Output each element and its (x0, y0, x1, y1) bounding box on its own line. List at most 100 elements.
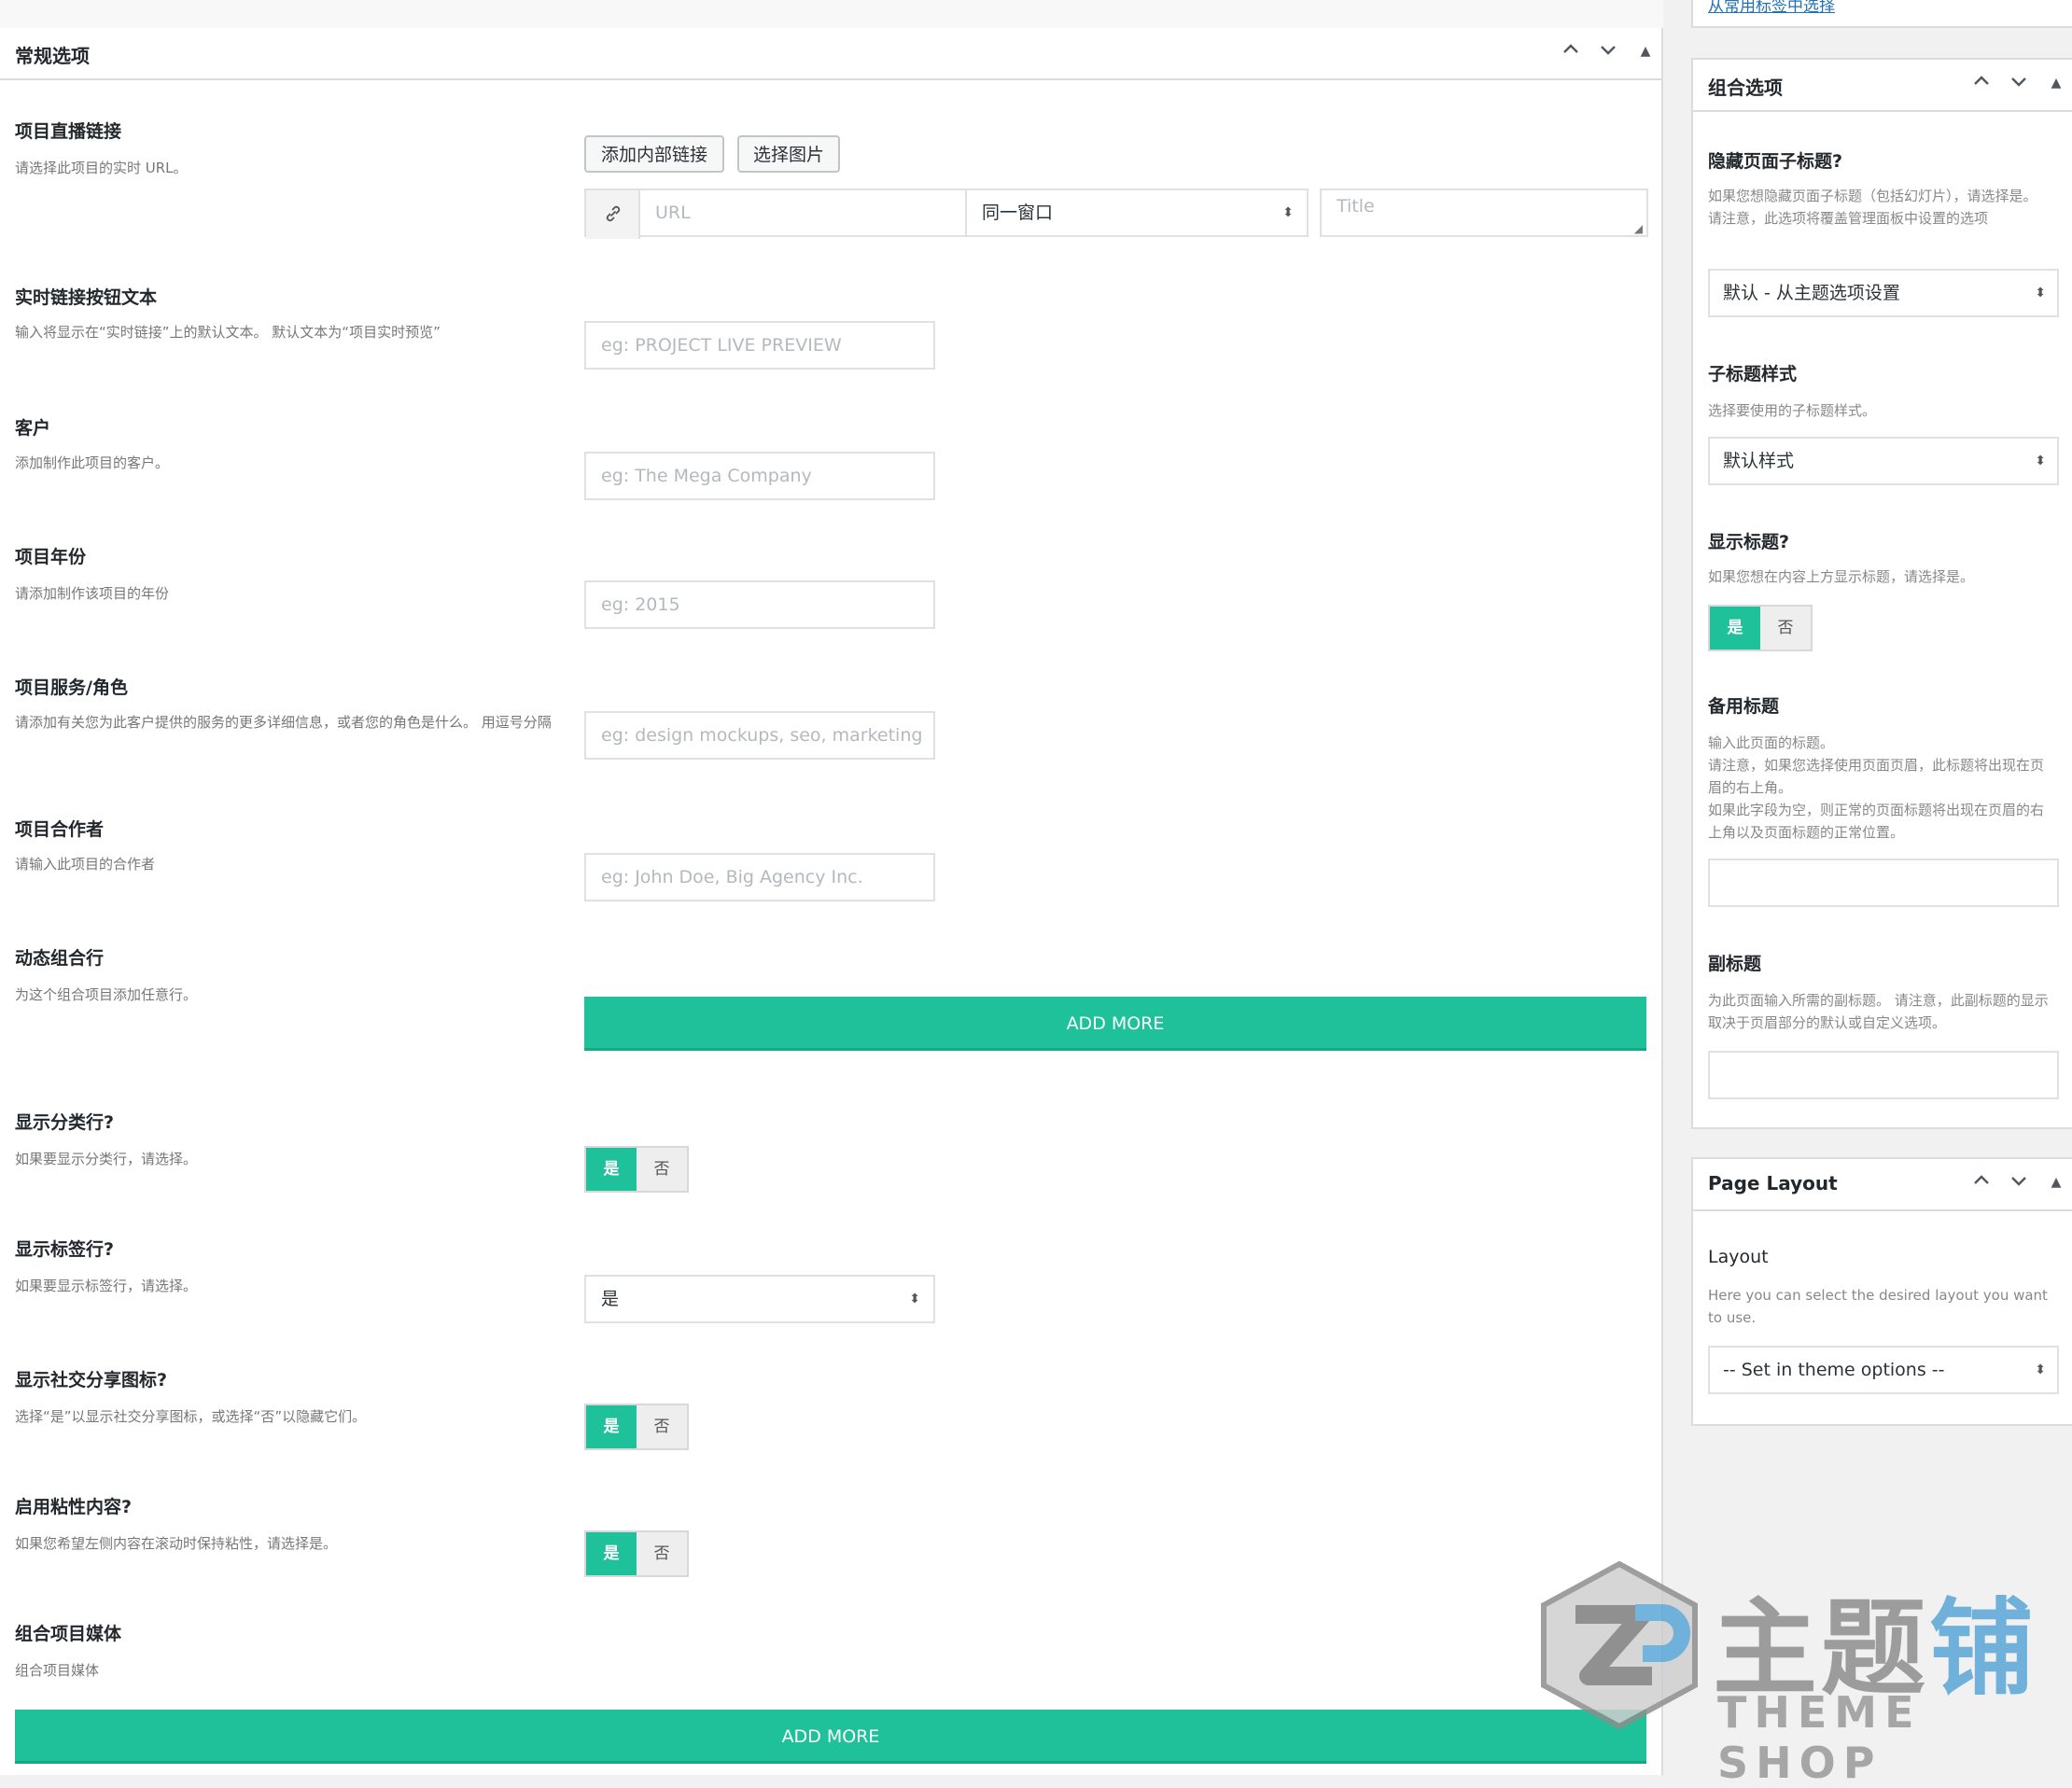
toggle-no-option[interactable]: 否 (637, 1148, 687, 1191)
show-social-title: 显示社交分享图标? (15, 1370, 168, 1390)
tags-box-remnant: 从常用标签中选择 (1691, 0, 2072, 28)
link-target-select[interactable]: 同一窗口 ⬍ (965, 189, 1309, 237)
media-title: 组合项目媒体 (15, 1624, 122, 1644)
select-image-button[interactable]: 选择图片 (737, 135, 840, 173)
show-tags-desc: 如果要显示标签行，请选择。 (15, 1278, 198, 1294)
select-arrow-icon: ⬍ (2035, 454, 2046, 468)
subtitle-desc: 为此页面输入所需的副标题。 请注意，此副标题的显示取决于页眉部分的默认或自定义选… (1708, 992, 2049, 1031)
show-categories-title: 显示分类行? (15, 1112, 115, 1133)
year-input[interactable]: eg: 2015 (584, 580, 935, 629)
link-icon (586, 190, 640, 239)
move-up-icon[interactable] (1969, 71, 1994, 95)
collaborators-title: 项目合作者 (15, 819, 105, 840)
move-down-icon[interactable] (2007, 1170, 2031, 1194)
show-tags-title: 显示标签行? (15, 1239, 115, 1260)
sticky-desc: 如果您希望左侧内容在滚动时保持粘性，请选择是。 (15, 1535, 338, 1552)
select-arrow-icon: ⬍ (1282, 205, 1294, 220)
collapse-toggle-icon[interactable]: ▲ (2044, 1170, 2068, 1194)
subtitle-style-title: 子标题样式 (1708, 364, 1798, 384)
choose-common-tags-link[interactable]: 从常用标签中选择 (1708, 0, 1835, 16)
combo-options-title: 组合选项 (1708, 77, 1783, 99)
add-internal-link-button[interactable]: 添加内部链接 (584, 135, 724, 173)
media-add-more-button[interactable]: ADD MORE (15, 1710, 1646, 1764)
year-desc: 请添加制作该项目的年份 (15, 585, 170, 602)
live-link-url-group: URL 同一窗口 ⬍ (584, 189, 1309, 239)
layout-desc: Here you can select the desired layout y… (1708, 1287, 2048, 1326)
toggle-yes-option[interactable]: 是 (586, 1148, 637, 1191)
dynamic-rows-desc: 为这个组合项目添加任意行。 (15, 986, 198, 1003)
toggle-yes-option[interactable]: 是 (586, 1532, 637, 1575)
move-down-icon[interactable] (1596, 39, 1620, 63)
resize-handle-icon[interactable]: ◢ (1634, 222, 1643, 235)
alt-title-input[interactable] (1708, 859, 2059, 907)
page-layout-header: Page Layout ▲ (1693, 1159, 2072, 1211)
hide-subtitle-value: 默认 - 从主题选项设置 (1723, 283, 1900, 303)
page-layout-title: Page Layout (1708, 1172, 1838, 1194)
subtitle-style-select[interactable]: 默认样式 ⬍ (1708, 437, 2059, 485)
show-tags-value: 是 (601, 1289, 620, 1309)
services-desc: 请添加有关您为此客户提供的服务的更多详细信息，或者您的角色是什么。 用逗号分隔 (15, 714, 552, 731)
live-button-text-title: 实时链接按钮文本 (15, 287, 158, 308)
client-title: 客户 (15, 418, 51, 439)
panel-title: 常规选项 (15, 45, 90, 67)
show-title-toggle[interactable]: 是 否 (1708, 605, 1813, 651)
layout-select[interactable]: -- Set in theme options -- ⬍ (1708, 1346, 2059, 1394)
sticky-title: 启用粘性内容? (15, 1497, 133, 1517)
toggle-yes-option[interactable]: 是 (1710, 607, 1760, 650)
layout-value: -- Set in theme options -- (1723, 1360, 1945, 1380)
hide-subtitle-select[interactable]: 默认 - 从主题选项设置 ⬍ (1708, 269, 2059, 317)
services-input[interactable]: eg: design mockups, seo, marketing (584, 711, 935, 760)
combo-options-header: 组合选项 ▲ (1693, 60, 2072, 112)
collapse-toggle-icon[interactable]: ▲ (2044, 71, 2068, 95)
show-social-toggle[interactable]: 是 否 (584, 1404, 689, 1450)
link-title-input[interactable]: Title ◢ (1320, 189, 1648, 237)
hide-subtitle-desc: 如果您想隐藏页面子标题（包括幻灯片），请选择是。 请注意，此选项将覆盖管理面板中… (1708, 188, 2037, 227)
page-layout-box: Page Layout ▲ Layout Here you can select… (1691, 1157, 2072, 1426)
collapse-toggle-icon[interactable]: ▲ (1633, 39, 1658, 63)
select-arrow-icon: ⬍ (2035, 286, 2046, 300)
client-input[interactable]: eg: The Mega Company (584, 452, 935, 500)
alt-title-title: 备用标题 (1708, 696, 1780, 717)
dynamic-rows-add-more-button[interactable]: ADD MORE (584, 997, 1646, 1051)
toggle-no-option[interactable]: 否 (1760, 607, 1811, 650)
live-button-text-desc: 输入将显示在“实时链接”上的默认文本。 默认文本为“项目实时预览” (15, 324, 441, 341)
live-button-text-input[interactable]: eg: PROJECT LIVE PREVIEW (584, 321, 935, 370)
collaborators-desc: 请输入此项目的合作者 (15, 856, 156, 873)
toggle-no-option[interactable]: 否 (637, 1405, 687, 1448)
live-link-title: 项目直播链接 (15, 121, 122, 142)
general-options-panel: 常规选项 ▲ 项目直播链接 请选择此项目的实时 URL。 添加内部链接 选择图片… (0, 28, 1663, 1775)
client-desc: 添加制作此项目的客户。 (15, 454, 170, 471)
toggle-no-option[interactable]: 否 (637, 1532, 687, 1575)
sticky-toggle[interactable]: 是 否 (584, 1530, 689, 1577)
collaborators-input[interactable]: eg: John Doe, Big Agency Inc. (584, 853, 935, 901)
show-categories-toggle[interactable]: 是 否 (584, 1146, 689, 1193)
move-up-icon[interactable] (1559, 39, 1583, 63)
year-title: 项目年份 (15, 547, 87, 567)
show-categories-desc: 如果要显示分类行，请选择。 (15, 1151, 198, 1167)
move-down-icon[interactable] (2007, 71, 2031, 95)
combo-options-box: 组合选项 ▲ 隐藏页面子标题? 如果您想隐藏页面子标题（包括幻灯片），请选择是。… (1691, 58, 2072, 1129)
subtitle-title: 副标题 (1708, 954, 1762, 974)
link-title-placeholder: Title (1337, 196, 1375, 217)
select-arrow-icon: ⬍ (909, 1292, 920, 1306)
panel-header: 常规选项 ▲ (0, 28, 1661, 80)
layout-label: Layout (1708, 1247, 1769, 1267)
media-desc: 组合项目媒体 (15, 1662, 100, 1679)
subtitle-style-desc: 选择要使用的子标题样式。 (1708, 402, 1877, 419)
url-input[interactable]: URL (655, 190, 691, 235)
select-arrow-icon: ⬍ (2035, 1362, 2046, 1377)
toggle-yes-option[interactable]: 是 (586, 1405, 637, 1448)
link-target-value: 同一窗口 (982, 203, 1054, 223)
move-up-icon[interactable] (1969, 1170, 1994, 1194)
theme-shop-watermark: 主题铺 THEME SHOP (1531, 1549, 2072, 1788)
sidebar: 从常用标签中选择 组合选项 ▲ 隐藏页面子标题? 如果您想隐藏页面子标题（包括幻… (1663, 0, 2072, 1775)
hide-subtitle-title: 隐藏页面子标题? (1708, 151, 1843, 172)
alt-title-desc: 输入此页面的标题。 请注意，如果您选择使用页面页眉，此标题将出现在页眉的右上角。… (1708, 734, 2045, 841)
live-link-desc: 请选择此项目的实时 URL。 (15, 160, 188, 176)
main-top-edge (0, 0, 1663, 30)
subtitle-input[interactable] (1708, 1051, 2059, 1099)
show-social-desc: 选择“是”以显示社交分享图标，或选择“否”以隐藏它们。 (15, 1408, 367, 1425)
show-title-desc: 如果您想在内容上方显示标题，请选择是。 (1708, 568, 1975, 585)
dynamic-rows-title: 动态组合行 (15, 948, 105, 969)
show-tags-select[interactable]: 是 ⬍ (584, 1275, 935, 1323)
